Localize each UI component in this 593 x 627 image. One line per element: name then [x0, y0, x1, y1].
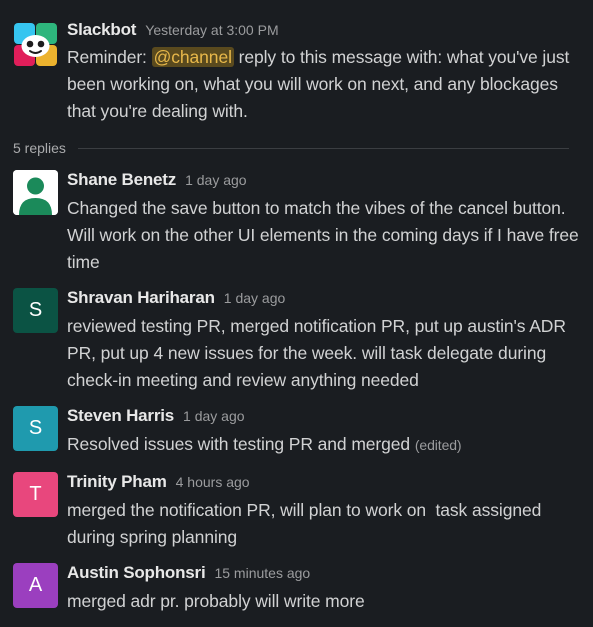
user-avatar[interactable] — [13, 170, 58, 215]
replies-count[interactable]: 5 replies — [13, 140, 66, 156]
message-header: Shravan Hariharan 1 day ago — [67, 288, 581, 310]
message-text: merged adr pr. probably will write more — [67, 591, 365, 611]
timestamp[interactable]: 1 day ago — [224, 290, 286, 306]
avatar-letter: T — [29, 483, 42, 505]
timestamp[interactable]: 1 day ago — [183, 408, 245, 424]
replies-divider: 5 replies — [13, 138, 569, 158]
slackbot-logo-icon — [14, 23, 57, 66]
avatar-letter: S — [28, 299, 43, 321]
edited-label: (edited) — [414, 437, 462, 453]
user-avatar[interactable]: T — [13, 472, 58, 517]
message-header: Steven Harris 1 day ago — [67, 406, 581, 428]
timestamp[interactable]: 15 minutes ago — [214, 565, 310, 581]
message-header: Austin Sophonsri 15 minutes ago — [67, 563, 581, 585]
user-avatar[interactable]: S — [13, 288, 58, 333]
avatar-letter: S — [28, 417, 43, 439]
sender-name[interactable]: Austin Sophonsri — [67, 563, 206, 583]
message-text: reviewed testing PR, merged notification… — [67, 316, 566, 390]
avatar-letter: A — [28, 574, 43, 596]
sender-name[interactable]: Shane Benetz — [67, 170, 176, 190]
message-text: Changed the save button to match the vib… — [67, 198, 579, 272]
divider-line — [77, 147, 569, 149]
sender-name[interactable]: Slackbot — [67, 20, 136, 40]
message-text-before: Reminder: — [67, 47, 152, 67]
message-header: Slackbot Yesterday at 3:00 PM — [67, 20, 581, 42]
default-user-icon — [13, 170, 58, 215]
user-avatar[interactable]: A — [13, 563, 58, 608]
timestamp[interactable]: 1 day ago — [185, 172, 247, 188]
timestamp[interactable]: Yesterday at 3:00 PM — [145, 22, 278, 38]
sender-name[interactable]: Steven Harris — [67, 406, 174, 426]
message-body: Resolved issues with testing PR and merg… — [67, 434, 411, 454]
message-text: Reminder: @channel reply to this message… — [67, 44, 581, 125]
message-header: Trinity Pham 4 hours ago — [67, 472, 581, 494]
channel-mention[interactable]: @channel — [151, 47, 234, 67]
sender-name[interactable]: Shravan Hariharan — [67, 288, 215, 308]
sender-name[interactable]: Trinity Pham — [67, 472, 167, 492]
timestamp[interactable]: 4 hours ago — [176, 474, 250, 490]
message-header: Shane Benetz 1 day ago — [67, 170, 581, 192]
user-avatar[interactable]: S — [13, 406, 58, 451]
slackbot-avatar[interactable] — [13, 22, 58, 67]
message-text: Resolved issues with testing PR and merg… — [67, 431, 581, 459]
message-text: merged the notification PR, will plan to… — [67, 500, 546, 547]
